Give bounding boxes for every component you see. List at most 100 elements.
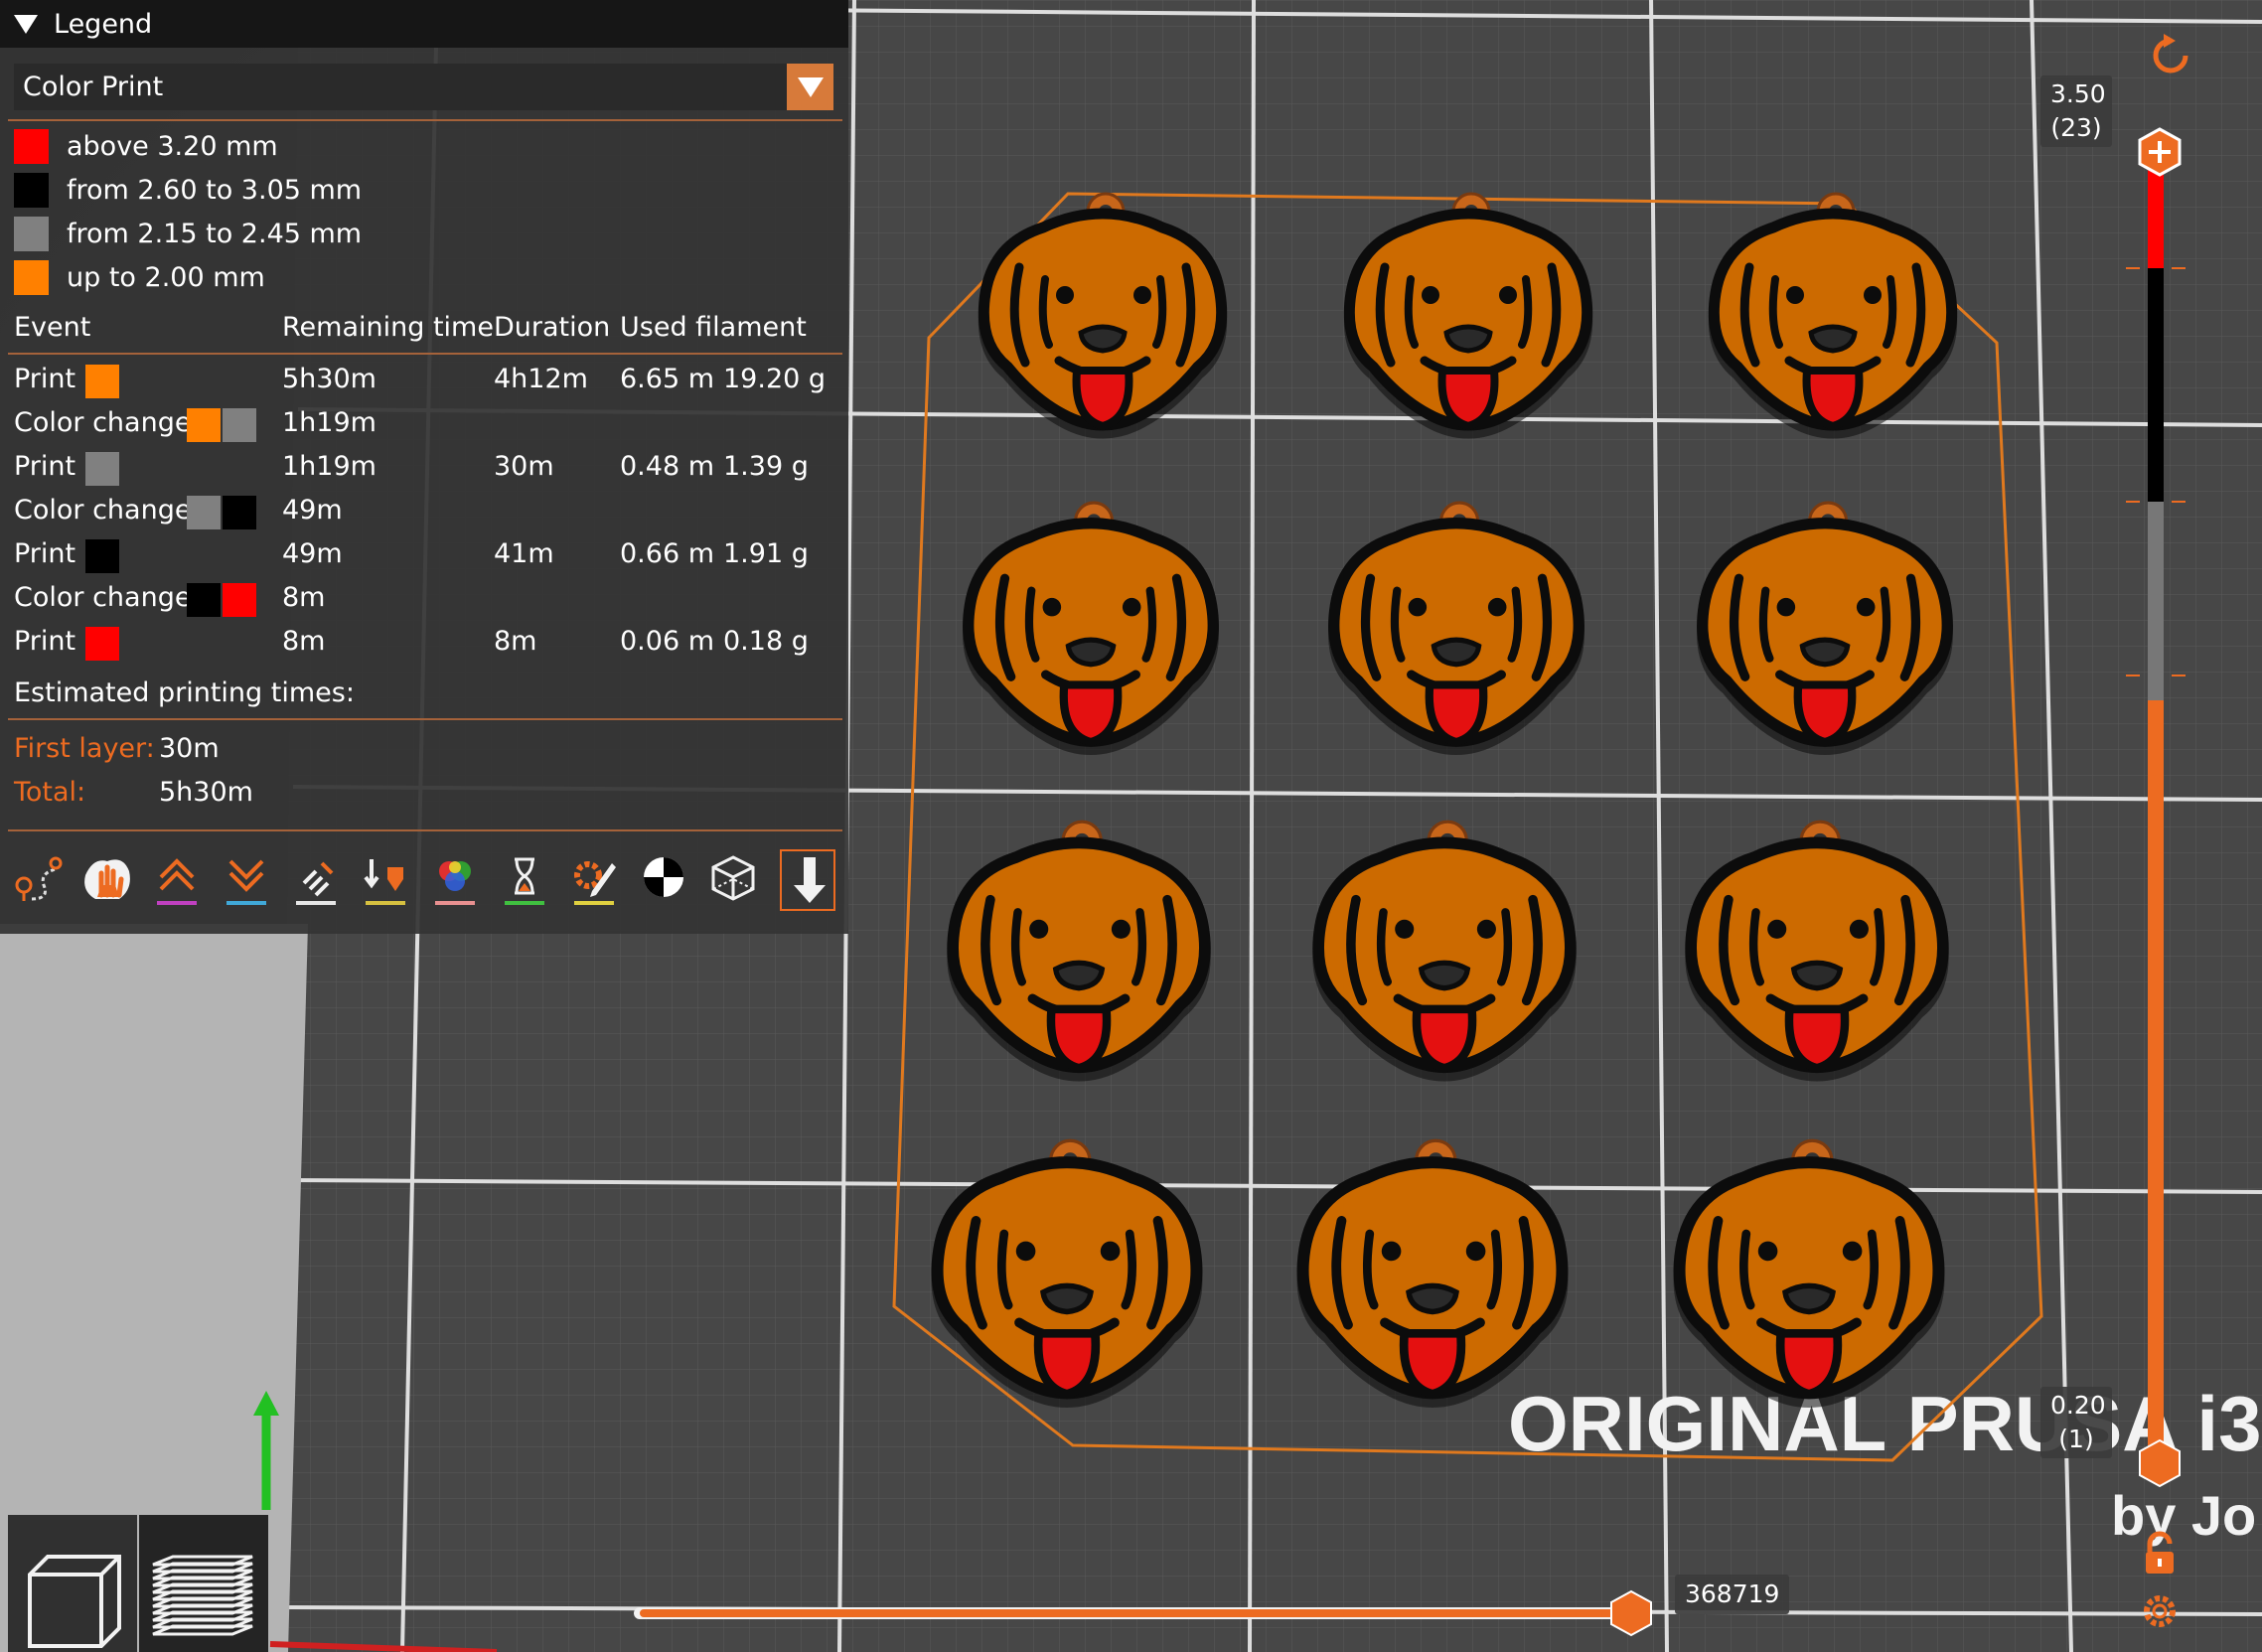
- bottom-layer-number: (1): [2058, 1425, 2094, 1453]
- separator: [8, 829, 842, 831]
- legend-range-label: above 3.20 mm: [67, 130, 278, 162]
- tool-marker-icon[interactable]: [780, 849, 835, 911]
- event-color-swatch: [187, 408, 221, 442]
- event-name: Color change: [14, 495, 192, 526]
- legend-range-label: from 2.15 to 2.45 mm: [67, 218, 363, 249]
- top-layer-number: (23): [2050, 113, 2102, 142]
- event-remaining-time: 8m: [282, 626, 326, 657]
- event-remaining-time: 49m: [282, 495, 343, 526]
- horizontal-move-slider[interactable]: [626, 1594, 1649, 1634]
- bottom-layer-height: 0.20: [2050, 1391, 2106, 1420]
- retractions-icon[interactable]: [79, 849, 135, 911]
- event-color-swatch: [85, 627, 119, 661]
- event-color-swatch: [223, 496, 256, 529]
- layers-icon: [152, 1555, 253, 1636]
- top-thumb-handle[interactable]: [2138, 127, 2182, 177]
- horizontal-thumb-handle[interactable]: [1607, 1589, 1655, 1637]
- event-duration: 41m: [494, 538, 554, 569]
- event-remaining-time: 1h19m: [282, 407, 377, 438]
- legend-range-label: from 2.60 to 3.05 mm: [67, 174, 363, 206]
- 3d-view-button[interactable]: [8, 1515, 137, 1652]
- horizontal-slider-value: 368719: [1675, 1575, 1790, 1614]
- event-color-swatch: [223, 583, 256, 617]
- legend-range-item: up to 2.00 mm: [14, 259, 265, 295]
- bottom-thumb-handle[interactable]: [2138, 1438, 2182, 1488]
- estimated-times-heading: Estimated printing times:: [14, 677, 355, 708]
- lock-icon[interactable]: [2138, 1530, 2182, 1579]
- legend-title: Legend: [54, 8, 153, 40]
- event-filament-length: 0.66 m: [620, 538, 715, 569]
- center-of-gravity-icon[interactable]: [636, 849, 691, 911]
- total-value: 5h30m: [159, 777, 253, 808]
- cube-icon: [28, 1555, 121, 1648]
- event-name: Print: [14, 364, 76, 394]
- event-duration: 30m: [494, 451, 554, 482]
- dropdown-arrow-icon[interactable]: [787, 64, 833, 110]
- first-layer-label: First layer:: [14, 733, 155, 764]
- legend-range-item: above 3.20 mm: [14, 128, 278, 164]
- event-duration: 4h12m: [494, 364, 588, 394]
- legend-toolbar: [10, 849, 844, 919]
- column-remaining-time: Remaining time: [282, 312, 494, 343]
- separator: [8, 718, 842, 720]
- event-name: Print: [14, 626, 76, 657]
- separator: [8, 353, 842, 355]
- view-type-selected: Color Print: [23, 72, 164, 102]
- event-name: Color change: [14, 582, 192, 613]
- tool-changes-icon[interactable]: [358, 849, 413, 911]
- event-name: Print: [14, 451, 76, 482]
- column-used-filament: Used filament: [620, 312, 807, 343]
- event-color-swatch: [85, 365, 119, 398]
- total-label: Total:: [14, 777, 86, 808]
- event-name: Color change: [14, 407, 192, 438]
- color-changes-icon[interactable]: [427, 849, 483, 911]
- seams-icon[interactable]: [219, 849, 274, 911]
- event-remaining-time: 8m: [282, 582, 326, 613]
- legend-panel: Legend Color Print above 3.20 mm from 2.6…: [0, 0, 848, 934]
- event-filament-length: 0.48 m: [620, 451, 715, 482]
- deretractions-icon[interactable]: [149, 849, 205, 911]
- color-swatch: [14, 259, 49, 295]
- event-remaining-time: 49m: [282, 538, 343, 569]
- color-swatch: [14, 128, 49, 164]
- color-swatch: [14, 172, 49, 208]
- travel-icon[interactable]: [10, 849, 66, 911]
- legend-header[interactable]: Legend: [0, 0, 848, 48]
- bottom-layer-label: 0.20 (1): [2040, 1387, 2112, 1458]
- event-filament-length: 0.06 m: [620, 626, 715, 657]
- event-remaining-time: 5h30m: [282, 364, 377, 394]
- event-duration: 8m: [494, 626, 537, 657]
- event-color-swatch: [187, 496, 221, 529]
- event-filament-length: 6.65 m: [620, 364, 715, 394]
- pause-prints-icon[interactable]: [497, 849, 552, 911]
- first-layer-value: 30m: [159, 733, 220, 764]
- collapse-arrow-icon[interactable]: [14, 14, 38, 34]
- event-filament-weight: 0.18 g: [723, 626, 809, 657]
- custom-gcodes-icon[interactable]: [566, 849, 622, 911]
- vertical-layer-slider[interactable]: [2126, 119, 2186, 1490]
- revert-icon[interactable]: [2146, 30, 2195, 79]
- column-event: Event: [14, 312, 91, 343]
- settings-gear-icon[interactable]: [2138, 1587, 2182, 1635]
- top-layer-label: 3.50 (23): [2040, 75, 2112, 147]
- event-name: Print: [14, 538, 76, 569]
- column-duration: Duration: [494, 312, 611, 343]
- event-color-swatch: [85, 539, 119, 573]
- legend-range-item: from 2.60 to 3.05 mm: [14, 172, 362, 208]
- separator: [8, 119, 842, 121]
- event-color-swatch: [223, 408, 256, 442]
- wipes-icon[interactable]: [288, 849, 344, 911]
- top-layer-height: 3.50: [2050, 79, 2106, 108]
- legend-range-item: from 2.15 to 2.45 mm: [14, 216, 362, 251]
- event-filament-weight: 19.20 g: [723, 364, 827, 394]
- event-color-swatch: [187, 583, 221, 617]
- preview-button[interactable]: [139, 1515, 268, 1652]
- event-filament-weight: 1.39 g: [723, 451, 809, 482]
- view-type-select[interactable]: Color Print: [14, 64, 833, 110]
- legend-range-label: up to 2.00 mm: [67, 261, 265, 293]
- shells-icon[interactable]: [705, 849, 761, 911]
- event-filament-weight: 1.91 g: [723, 538, 809, 569]
- color-swatch: [14, 216, 49, 251]
- event-color-swatch: [85, 452, 119, 486]
- event-remaining-time: 1h19m: [282, 451, 377, 482]
